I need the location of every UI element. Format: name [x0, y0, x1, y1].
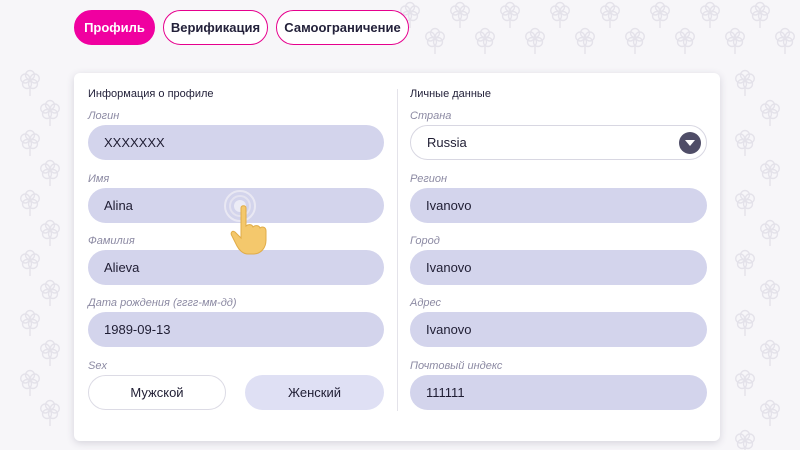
region-label: Регион [410, 173, 448, 185]
tab-profile[interactable]: Профиль [74, 10, 155, 45]
birth-date-label: Дата рождения (гггг-мм-дд) [88, 297, 237, 309]
city-field[interactable]: Ivanovo [410, 250, 707, 285]
sex-male-button[interactable]: Мужской [88, 375, 226, 410]
login-field[interactable]: XXXXXXX [88, 125, 384, 160]
country-select[interactable]: Russia [410, 125, 707, 160]
city-value: Ivanovo [426, 260, 472, 275]
pattern-left-column [20, 69, 61, 427]
first-name-label: Имя [88, 173, 110, 185]
postal-code-label: Почтовый индекс [410, 360, 503, 372]
postal-code-value: 111111 [426, 385, 465, 400]
personal-data-title: Личные данные [410, 88, 491, 100]
profile-form-card: Информация о профиле Логин XXXXXXX Имя A… [74, 73, 720, 441]
chevron-down-icon[interactable] [679, 132, 701, 154]
tab-verification[interactable]: Верификация [163, 10, 268, 45]
region-field[interactable]: Ivanovo [410, 188, 707, 223]
address-label: Адрес [410, 297, 442, 309]
sex-label: Sex [88, 360, 107, 372]
city-label: Город [410, 235, 440, 247]
login-value: XXXXXXX [104, 135, 165, 150]
profile-info-title: Информация о профиле [88, 88, 214, 100]
country-label: Страна [410, 110, 452, 122]
birth-date-value: 1989-09-13 [104, 322, 171, 337]
address-field[interactable]: Ivanovo [410, 312, 707, 347]
region-value: Ivanovo [426, 198, 472, 213]
postal-code-field[interactable]: 111111 [410, 375, 707, 410]
tab-self-restriction[interactable]: Самоограничение [276, 10, 409, 45]
column-divider [397, 89, 398, 411]
pattern-top-row [400, 1, 795, 55]
sex-female-button[interactable]: Женский [245, 375, 384, 410]
address-value: Ivanovo [426, 322, 472, 337]
first-name-value: Alina [104, 198, 133, 213]
last-name-label: Фамилия [88, 235, 135, 247]
country-value: Russia [427, 135, 467, 150]
birth-date-field[interactable]: 1989-09-13 [88, 312, 384, 347]
last-name-value: Alieva [104, 260, 140, 275]
pattern-right-column [735, 69, 780, 450]
login-label: Логин [88, 110, 120, 122]
tap-hand-icon [224, 190, 267, 255]
